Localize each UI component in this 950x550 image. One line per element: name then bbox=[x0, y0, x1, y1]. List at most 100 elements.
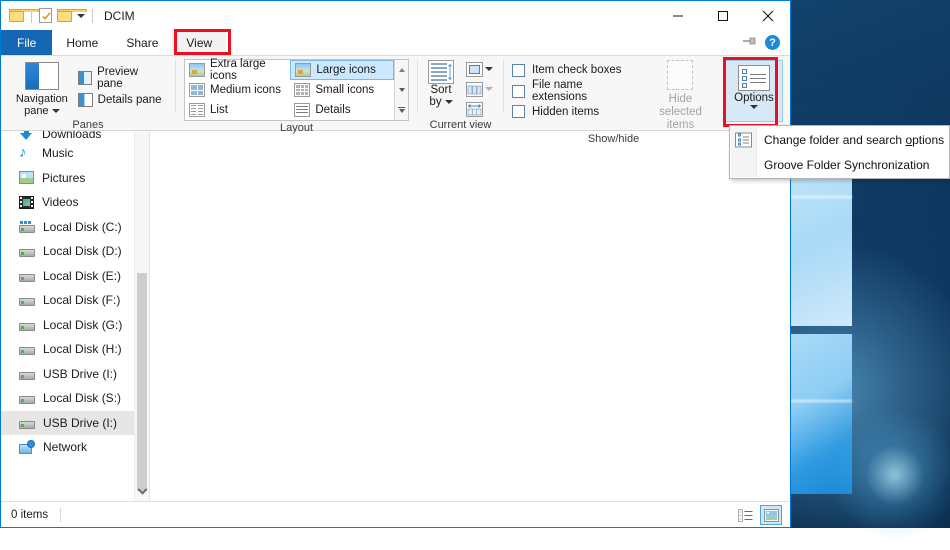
nav-item-music[interactable]: ♪Music bbox=[1, 141, 134, 166]
layout-large-icons[interactable]: Large icons bbox=[290, 60, 394, 80]
ribbon-group-layout: Extra large icons Medium icons List bbox=[176, 56, 417, 130]
details-pane-icon bbox=[78, 93, 93, 107]
tab-file[interactable]: File bbox=[1, 30, 52, 55]
tab-home[interactable]: Home bbox=[52, 30, 112, 55]
nav-item-local-disk-s[interactable]: Local Disk (S:) bbox=[1, 386, 134, 411]
gallery-more-button[interactable] bbox=[395, 100, 408, 120]
nav-item-label: Music bbox=[42, 146, 73, 160]
hide-selected-items-button[interactable]: Hide selected items bbox=[646, 60, 715, 132]
maximize-button[interactable] bbox=[700, 1, 745, 30]
disk-icon bbox=[19, 417, 35, 429]
downloads-icon bbox=[19, 131, 34, 141]
extra-large-icons-icon bbox=[189, 63, 205, 77]
customize-quick-access-icon[interactable] bbox=[77, 14, 85, 18]
sort-by-button[interactable]: Sort by bbox=[424, 60, 458, 108]
navigation-scrollbar[interactable] bbox=[134, 131, 149, 501]
nav-item-label: Local Disk (S:) bbox=[43, 391, 121, 405]
layout-list[interactable]: List bbox=[185, 100, 290, 120]
layout-gallery[interactable]: Extra large icons Medium icons List bbox=[184, 59, 409, 121]
chevron-down-icon[interactable] bbox=[485, 67, 493, 71]
chevron-down-icon[interactable] bbox=[52, 109, 60, 113]
folder-icon[interactable] bbox=[9, 9, 24, 22]
layout-column-right: Large icons Small icons Details bbox=[290, 60, 394, 120]
file-name-extensions-checkbox[interactable]: File name extensions bbox=[512, 81, 632, 102]
nav-item-local-disk-d[interactable]: Local Disk (D:) bbox=[1, 239, 134, 264]
hide-selected-items-label-line1: Hide selected bbox=[646, 93, 715, 119]
file-list-view[interactable] bbox=[150, 131, 790, 501]
scroll-down-button[interactable] bbox=[135, 484, 149, 501]
minimize-ribbon-icon[interactable] bbox=[742, 34, 757, 52]
minimize-button[interactable] bbox=[655, 1, 700, 30]
small-icons-icon bbox=[294, 83, 310, 97]
menu-item-groove-folder-synchronization[interactable]: Groove Folder Synchronization bbox=[730, 152, 949, 177]
preview-pane-icon bbox=[78, 71, 92, 85]
ribbon-group-label-layout: Layout bbox=[176, 121, 417, 136]
close-button[interactable] bbox=[745, 1, 790, 30]
checkbox-icon[interactable] bbox=[512, 64, 525, 77]
details-view-button[interactable] bbox=[734, 505, 756, 525]
large-icons-view-button[interactable] bbox=[760, 505, 782, 525]
ribbon-view-tab-content: Navigation pane Preview pane Details pan… bbox=[1, 56, 790, 131]
nav-item-label: Local Disk (D:) bbox=[43, 244, 122, 258]
layout-extra-large-icons[interactable]: Extra large icons bbox=[185, 60, 290, 80]
nav-item-label: Local Disk (H:) bbox=[43, 342, 122, 356]
panes-toggle-list: Preview pane Details pane bbox=[75, 60, 167, 118]
group-by-button[interactable] bbox=[464, 80, 495, 98]
item-check-boxes-checkbox[interactable]: Item check boxes bbox=[512, 60, 632, 81]
current-view-buttons bbox=[464, 60, 495, 118]
gallery-scroll-down-button[interactable] bbox=[395, 80, 408, 100]
wallpaper-pane-bottom bbox=[788, 334, 852, 494]
ribbon-group-current-view: Sort by bbox=[418, 56, 503, 130]
scrollbar-thumb[interactable] bbox=[137, 273, 147, 491]
nav-item-downloads[interactable]: Downloads bbox=[1, 131, 134, 141]
options-dropdown-menu[interactable]: Change folder and search options Groove … bbox=[729, 125, 950, 179]
item-count-label: 0 items bbox=[1, 509, 48, 521]
layout-gallery-scrollbar[interactable] bbox=[394, 60, 408, 120]
chevron-down-icon[interactable] bbox=[445, 100, 453, 104]
chevron-down-icon bbox=[485, 87, 493, 91]
preview-pane-button[interactable]: Preview pane bbox=[75, 67, 167, 89]
new-folder-icon[interactable] bbox=[57, 9, 72, 22]
tab-share[interactable]: Share bbox=[112, 30, 172, 55]
options-button[interactable]: Options bbox=[725, 60, 783, 122]
divider bbox=[92, 9, 93, 23]
nav-item-pictures[interactable]: Pictures bbox=[1, 166, 134, 191]
disk-icon bbox=[19, 245, 35, 257]
help-icon[interactable]: ? bbox=[765, 35, 780, 50]
nav-item-videos[interactable]: Videos bbox=[1, 190, 134, 215]
nav-item-label: Local Disk (C:) bbox=[43, 220, 122, 234]
nav-item-local-disk-g[interactable]: Local Disk (G:) bbox=[1, 313, 134, 338]
checkbox-icon[interactable] bbox=[512, 85, 525, 98]
add-columns-button[interactable] bbox=[464, 60, 495, 78]
layout-label: Large icons bbox=[316, 64, 375, 76]
quick-access-toolbar[interactable] bbox=[1, 8, 95, 23]
nav-item-local-disk-f[interactable]: Local Disk (F:) bbox=[1, 288, 134, 313]
size-all-columns-button[interactable] bbox=[464, 100, 495, 118]
chevron-down-icon[interactable] bbox=[750, 105, 758, 109]
nav-item-usb-drive-i[interactable]: USB Drive (I:) bbox=[1, 362, 134, 387]
layout-small-icons[interactable]: Small icons bbox=[290, 80, 394, 100]
navigation-pane-button[interactable]: Navigation pane bbox=[9, 60, 75, 117]
navigation-pane-label-line1: Navigation bbox=[16, 93, 68, 105]
details-pane-button[interactable]: Details pane bbox=[75, 89, 167, 111]
navigation-tree[interactable]: Downloads♪MusicPicturesVideos Local Disk … bbox=[1, 131, 134, 501]
properties-icon[interactable] bbox=[39, 8, 52, 23]
gallery-scroll-up-button[interactable] bbox=[395, 60, 408, 80]
tab-view[interactable]: View bbox=[172, 30, 226, 55]
layout-medium-icons[interactable]: Medium icons bbox=[185, 80, 290, 100]
nav-item-local-disk-h[interactable]: Local Disk (H:) bbox=[1, 337, 134, 362]
nav-item-local-disk-e[interactable]: Local Disk (E:) bbox=[1, 264, 134, 289]
nav-item-local-disk-c[interactable]: Local Disk (C:) bbox=[1, 215, 134, 240]
nav-item-label: USB Drive (I:) bbox=[43, 416, 117, 430]
layout-details[interactable]: Details bbox=[290, 100, 394, 120]
nav-item-usb-drive-i[interactable]: USB Drive (I:) bbox=[1, 411, 134, 436]
checkbox-icon[interactable] bbox=[512, 105, 525, 118]
menu-item-change-folder-and-search-options[interactable]: Change folder and search options bbox=[730, 127, 949, 152]
sort-by-label-line1: Sort bbox=[430, 84, 451, 96]
details-pane-label: Details pane bbox=[98, 94, 162, 106]
hidden-items-checkbox[interactable]: Hidden items bbox=[512, 102, 632, 123]
divider bbox=[60, 508, 61, 522]
hide-selected-items-label-line2: items bbox=[667, 119, 694, 132]
window-controls bbox=[655, 1, 790, 30]
nav-item-network[interactable]: Network bbox=[1, 435, 134, 460]
